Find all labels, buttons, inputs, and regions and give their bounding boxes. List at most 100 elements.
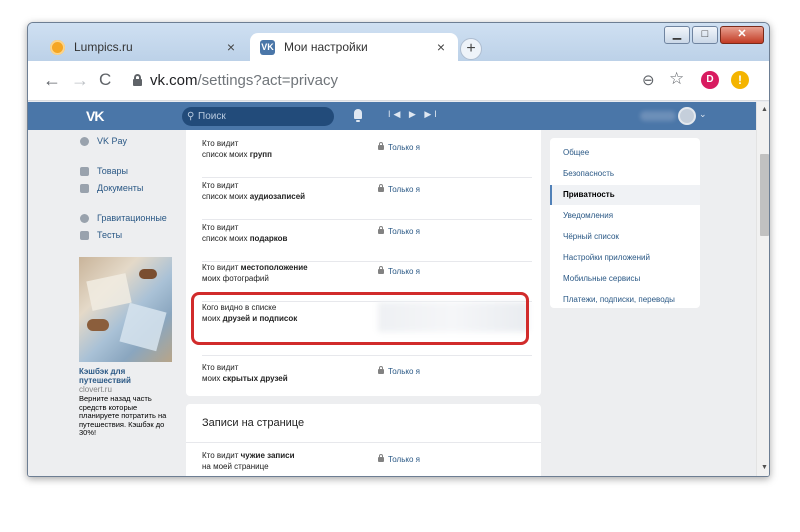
lock-icon[interactable]	[133, 74, 142, 86]
bookmark-star-icon[interactable]: ☆	[669, 69, 684, 89]
close-window-button[interactable]: ✕	[720, 26, 764, 44]
row-label: Кто видит чужие записи на моей странице	[202, 450, 295, 472]
vk-logo[interactable]: VK	[86, 108, 104, 124]
shop-icon	[80, 166, 89, 176]
tab-lumpics[interactable]: Lumpics.ru ×	[40, 33, 248, 61]
privacy-row-hidden-friends: Кто видит моих скрытых друзей Только я	[202, 362, 532, 402]
settings-menu-privacy[interactable]: Приватность	[550, 185, 700, 205]
left-nav-label: Документы	[97, 183, 144, 193]
chevron-down-icon[interactable]: ⌄	[699, 109, 707, 120]
document-icon	[80, 183, 89, 193]
lock-icon	[378, 226, 384, 234]
row-label-bold: местоположение	[240, 263, 308, 272]
row-label: Кто видит список моих аудиозаписей	[202, 180, 305, 202]
privacy-value-dropdown[interactable]: Только я	[378, 142, 420, 152]
settings-menu: Общее Безопасность Приватность Уведомлен…	[550, 138, 700, 308]
privacy-value: Только я	[388, 267, 420, 276]
settings-menu-payments[interactable]: Платежи, подписки, переводы	[550, 290, 700, 310]
privacy-value-dropdown[interactable]: Только я	[378, 366, 420, 376]
url-bar[interactable]: vk.com/settings?act=privacy	[150, 72, 338, 89]
privacy-row-audio: Кто видит список моих аудиозаписей Тольк…	[202, 180, 532, 220]
settings-menu-mobile[interactable]: Мобильные сервисы	[550, 269, 700, 289]
left-nav-goods[interactable]: Товары	[80, 166, 128, 176]
row-label-prefix: Кто видит	[202, 451, 241, 460]
page-viewport: VK ⚲ Поиск I◀ ▶ ▶I ⌄ VK Pay Товары Докум…	[28, 102, 769, 476]
tab-strip: Lumpics.ru × VK Мои настройки × + ▁ □ ✕	[28, 23, 769, 61]
user-avatar[interactable]	[678, 107, 696, 125]
person-icon	[80, 213, 89, 223]
row-label-bold: подарков	[249, 234, 288, 243]
vk-favicon-icon: VK	[260, 39, 275, 55]
scroll-up-arrow-icon[interactable]: ▲	[761, 106, 768, 113]
extension-alert-icon[interactable]: !	[731, 71, 749, 89]
left-nav-label: Тесты	[97, 230, 123, 240]
row-label-bold: групп	[249, 150, 272, 159]
privacy-row-gifts: Кто видит список моих подарков Только я	[202, 222, 532, 262]
tab-title: Lumpics.ru	[74, 40, 133, 54]
privacy-value: Только я	[388, 367, 420, 376]
ad-image[interactable]	[79, 257, 172, 362]
row-label-line1: Кто видит	[202, 139, 239, 148]
row-label-prefix: список моих	[202, 150, 250, 159]
row-label-line1: Кто видит	[202, 223, 239, 232]
row-label: Кто видит список моих подарков	[202, 222, 287, 244]
maximize-button[interactable]: □	[692, 26, 718, 44]
row-label-line1: Кто видит	[202, 181, 239, 190]
url-host: vk.com	[150, 72, 198, 89]
privacy-row-groups: Кто видит список моих групп Только я	[202, 138, 532, 178]
privacy-value: Только я	[388, 143, 420, 152]
privacy-value: Только я	[388, 185, 420, 194]
minimize-button[interactable]: ▁	[664, 26, 690, 44]
zoom-icon[interactable]: ⊖	[642, 71, 655, 89]
row-label: Кто видит моих скрытых друзей	[202, 362, 288, 384]
user-name-blurred[interactable]	[640, 111, 676, 121]
settings-menu-security[interactable]: Безопасность	[550, 164, 700, 184]
tab-close-icon[interactable]: ×	[434, 39, 448, 55]
scrollbar-thumb[interactable]	[760, 154, 769, 236]
privacy-row-others-posts: Кто видит чужие записи на моей странице …	[202, 450, 532, 476]
ad-title[interactable]: Кэшбэк для путешествий	[79, 367, 172, 385]
scroll-down-arrow-icon[interactable]: ▼	[761, 464, 768, 471]
privacy-value-dropdown[interactable]: Только я	[378, 454, 420, 464]
page-scrollbar[interactable]: ▲ ▼	[756, 102, 769, 476]
search-input[interactable]: ⚲ Поиск	[182, 107, 334, 126]
audio-player-controls[interactable]: I◀ ▶ ▶I	[388, 109, 440, 120]
row-label: Кто видит список моих групп	[202, 138, 272, 160]
left-nav-gravity[interactable]: Гравитационные	[80, 213, 167, 223]
new-tab-button[interactable]: +	[460, 38, 482, 60]
tab-title: Мои настройки	[284, 40, 368, 54]
wall-posts-section: Записи на странице Кто видит чужие запис…	[186, 404, 541, 476]
vkpay-icon	[80, 136, 89, 146]
lock-icon	[378, 366, 384, 374]
left-nav-tests[interactable]: Тесты	[80, 230, 122, 240]
left-nav-label: VK Pay	[97, 136, 128, 146]
privacy-value: Только я	[388, 227, 420, 236]
privacy-value-dropdown[interactable]: Только я	[378, 226, 420, 236]
back-button[interactable]: ←	[43, 70, 61, 91]
row-label-bold: аудиозаписей	[249, 192, 306, 201]
tab-close-icon[interactable]: ×	[224, 39, 238, 55]
left-nav-label: Товары	[97, 166, 128, 176]
tab-settings[interactable]: VK Мои настройки ×	[250, 33, 458, 61]
lock-icon	[378, 454, 384, 462]
lumpics-favicon-icon	[50, 39, 65, 55]
profile-avatar[interactable]: D	[701, 71, 719, 89]
left-nav-documents[interactable]: Документы	[80, 183, 143, 193]
forward-button[interactable]: →	[71, 70, 89, 91]
privacy-value-dropdown[interactable]: Только я	[378, 266, 420, 276]
row-label: Кто видит местоположение моих фотографий	[202, 262, 308, 284]
highlight-frame	[191, 292, 529, 345]
settings-menu-app-settings[interactable]: Настройки приложений	[550, 248, 700, 268]
row-label-bold: скрытых друзей	[222, 374, 288, 383]
apps-icon	[80, 230, 89, 240]
settings-menu-general[interactable]: Общее	[550, 143, 700, 163]
notifications-bell-icon[interactable]	[354, 109, 362, 122]
ad-block[interactable]: Кэшбэк для путешествий clovert.ru Вернит…	[79, 257, 172, 438]
address-toolbar: ← → C vk.com/settings?act=privacy ⊖ ☆ D …	[28, 61, 769, 101]
privacy-settings-panel: Кто видит список моих групп Только я Кто…	[186, 130, 541, 396]
settings-menu-notifications[interactable]: Уведомления	[550, 206, 700, 226]
privacy-value-dropdown[interactable]: Только я	[378, 184, 420, 194]
left-nav-vkpay[interactable]: VK Pay	[80, 136, 127, 146]
reload-button[interactable]: C	[99, 70, 111, 90]
settings-menu-blacklist[interactable]: Чёрный список	[550, 227, 700, 247]
